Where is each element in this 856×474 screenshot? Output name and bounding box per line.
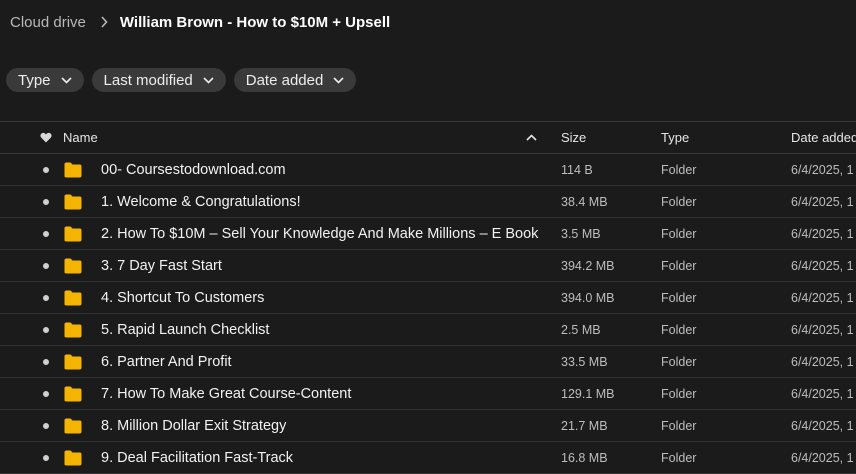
row-name[interactable]: 9. Deal Facilitation Fast-Track — [101, 442, 293, 473]
page-title: William Brown - How to $10M + Upsell — [119, 13, 391, 31]
status-dot — [43, 199, 49, 205]
status-dot — [43, 231, 49, 237]
folder-icon — [64, 226, 82, 245]
status-dot — [43, 391, 49, 397]
row-date-added: 6/4/2025, 1 — [791, 290, 854, 305]
row-type: Folder — [661, 162, 697, 177]
row-date-added: 6/4/2025, 1 — [791, 386, 854, 401]
folder-icon — [64, 354, 82, 373]
row-type: Folder — [661, 322, 697, 337]
filter-type-label: Type — [18, 71, 51, 89]
column-header-size[interactable]: Size — [561, 122, 586, 153]
filter-bar: Type Last modified Date added — [6, 68, 357, 92]
table-row[interactable]: 3. 7 Day Fast Start 394.2 MB Folder 6/4/202… — [0, 250, 856, 282]
row-date-added: 6/4/2025, 1 — [791, 450, 854, 465]
row-name[interactable]: 3. 7 Day Fast Start — [101, 250, 222, 281]
row-size: 33.5 MB — [561, 354, 608, 369]
chevron-down-icon — [203, 76, 214, 84]
status-dot — [43, 327, 49, 333]
row-name[interactable]: 5. Rapid Launch Checklist — [101, 314, 269, 345]
row-name[interactable]: 00- Coursestodownload.com — [101, 154, 286, 185]
row-size: 114 B — [561, 162, 593, 177]
status-dot — [43, 423, 49, 429]
breadcrumb-root-link[interactable]: Cloud drive — [10, 14, 86, 31]
filter-last-modified-label: Last modified — [103, 71, 193, 89]
chevron-down-icon — [60, 76, 72, 84]
row-size: 16.8 MB — [561, 450, 608, 465]
folder-icon — [64, 386, 82, 405]
row-date-added: 6/4/2025, 1 — [791, 322, 854, 337]
table-row[interactable]: 9. Deal Facilitation Fast-Track 16.8 MB Fo… — [0, 442, 856, 474]
status-dot — [43, 263, 49, 269]
sort-ascending-icon[interactable] — [526, 122, 537, 153]
row-size: 394.0 MB — [561, 290, 615, 305]
table-row[interactable]: 6. Partner And Profit 33.5 MB Folder 6/4/20… — [0, 346, 856, 378]
table-row[interactable]: 1. Welcome & Congratulations! 38.4 MB Fold… — [0, 186, 856, 218]
folder-icon — [64, 258, 82, 277]
folder-icon — [64, 418, 82, 437]
filter-date-added-label: Date added — [245, 71, 324, 89]
row-type: Folder — [661, 194, 697, 209]
table-row[interactable]: 8. Million Dollar Exit Strategy 21.7 MB Fo… — [0, 410, 856, 442]
row-type: Folder — [661, 290, 697, 305]
row-name[interactable]: 1. Welcome & Congratulations! — [101, 186, 301, 217]
table-row[interactable]: 5. Rapid Launch Checklist 2.5 MB Folder 6/4… — [0, 314, 856, 346]
row-size: 394.2 MB — [561, 258, 615, 273]
file-table: Name Size Type Date added 00- Coursestod… — [0, 121, 856, 474]
folder-icon — [64, 162, 82, 181]
row-date-added: 6/4/2025, 1 — [791, 418, 854, 433]
row-type: Folder — [661, 258, 697, 273]
row-type: Folder — [661, 450, 697, 465]
folder-icon — [64, 322, 82, 341]
table-row[interactable]: 2. How To $10M – Sell Your Knowledge And… — [0, 218, 856, 250]
folder-icon — [64, 290, 82, 309]
status-dot — [43, 455, 49, 461]
column-header-name[interactable]: Name — [63, 122, 98, 153]
status-dot — [43, 167, 49, 173]
row-name[interactable]: 8. Million Dollar Exit Strategy — [101, 410, 286, 441]
row-name[interactable]: 2. How To $10M – Sell Your Knowledge And… — [101, 218, 538, 249]
row-date-added: 6/4/2025, 1 — [791, 258, 854, 273]
chevron-right-icon — [100, 16, 108, 28]
chevron-down-icon — [333, 76, 344, 84]
row-type: Folder — [661, 354, 697, 369]
status-dot — [43, 295, 49, 301]
filter-date-added-button[interactable]: Date added — [233, 68, 357, 92]
row-name[interactable]: 6. Partner And Profit — [101, 346, 232, 377]
row-date-added: 6/4/2025, 1 — [791, 226, 854, 241]
row-type: Folder — [661, 226, 697, 241]
row-size: 2.5 MB — [561, 322, 601, 337]
column-header-date-added[interactable]: Date added — [791, 122, 856, 153]
breadcrumb: Cloud drive William Brown - How to $10M … — [10, 12, 390, 32]
table-header: Name Size Type Date added — [0, 121, 856, 154]
filter-last-modified-button[interactable]: Last modified — [91, 68, 226, 92]
folder-icon — [64, 450, 82, 469]
status-dot — [43, 359, 49, 365]
folder-icon — [64, 194, 82, 213]
row-name[interactable]: 4. Shortcut To Customers — [101, 282, 264, 313]
heart-icon[interactable] — [38, 122, 54, 153]
row-date-added: 6/4/2025, 1 — [791, 162, 854, 177]
table-body: 00- Coursestodownload.com 114 B Folder 6/4/… — [0, 154, 856, 474]
table-row[interactable]: 7. How To Make Great Course-Content 129.1… — [0, 378, 856, 410]
row-date-added: 6/4/2025, 1 — [791, 354, 854, 369]
row-type: Folder — [661, 418, 697, 433]
row-size: 38.4 MB — [561, 194, 608, 209]
row-date-added: 6/4/2025, 1 — [791, 194, 854, 209]
row-type: Folder — [661, 386, 697, 401]
row-size: 129.1 MB — [561, 386, 615, 401]
row-size: 21.7 MB — [561, 418, 608, 433]
row-name[interactable]: 7. How To Make Great Course-Content — [101, 378, 351, 409]
column-header-type[interactable]: Type — [661, 122, 689, 153]
filter-type-button[interactable]: Type — [6, 68, 84, 92]
row-size: 3.5 MB — [561, 226, 601, 241]
table-row[interactable]: 4. Shortcut To Customers 394.0 MB Folder 6/… — [0, 282, 856, 314]
table-row[interactable]: 00- Coursestodownload.com 114 B Folder 6/4/… — [0, 154, 856, 186]
